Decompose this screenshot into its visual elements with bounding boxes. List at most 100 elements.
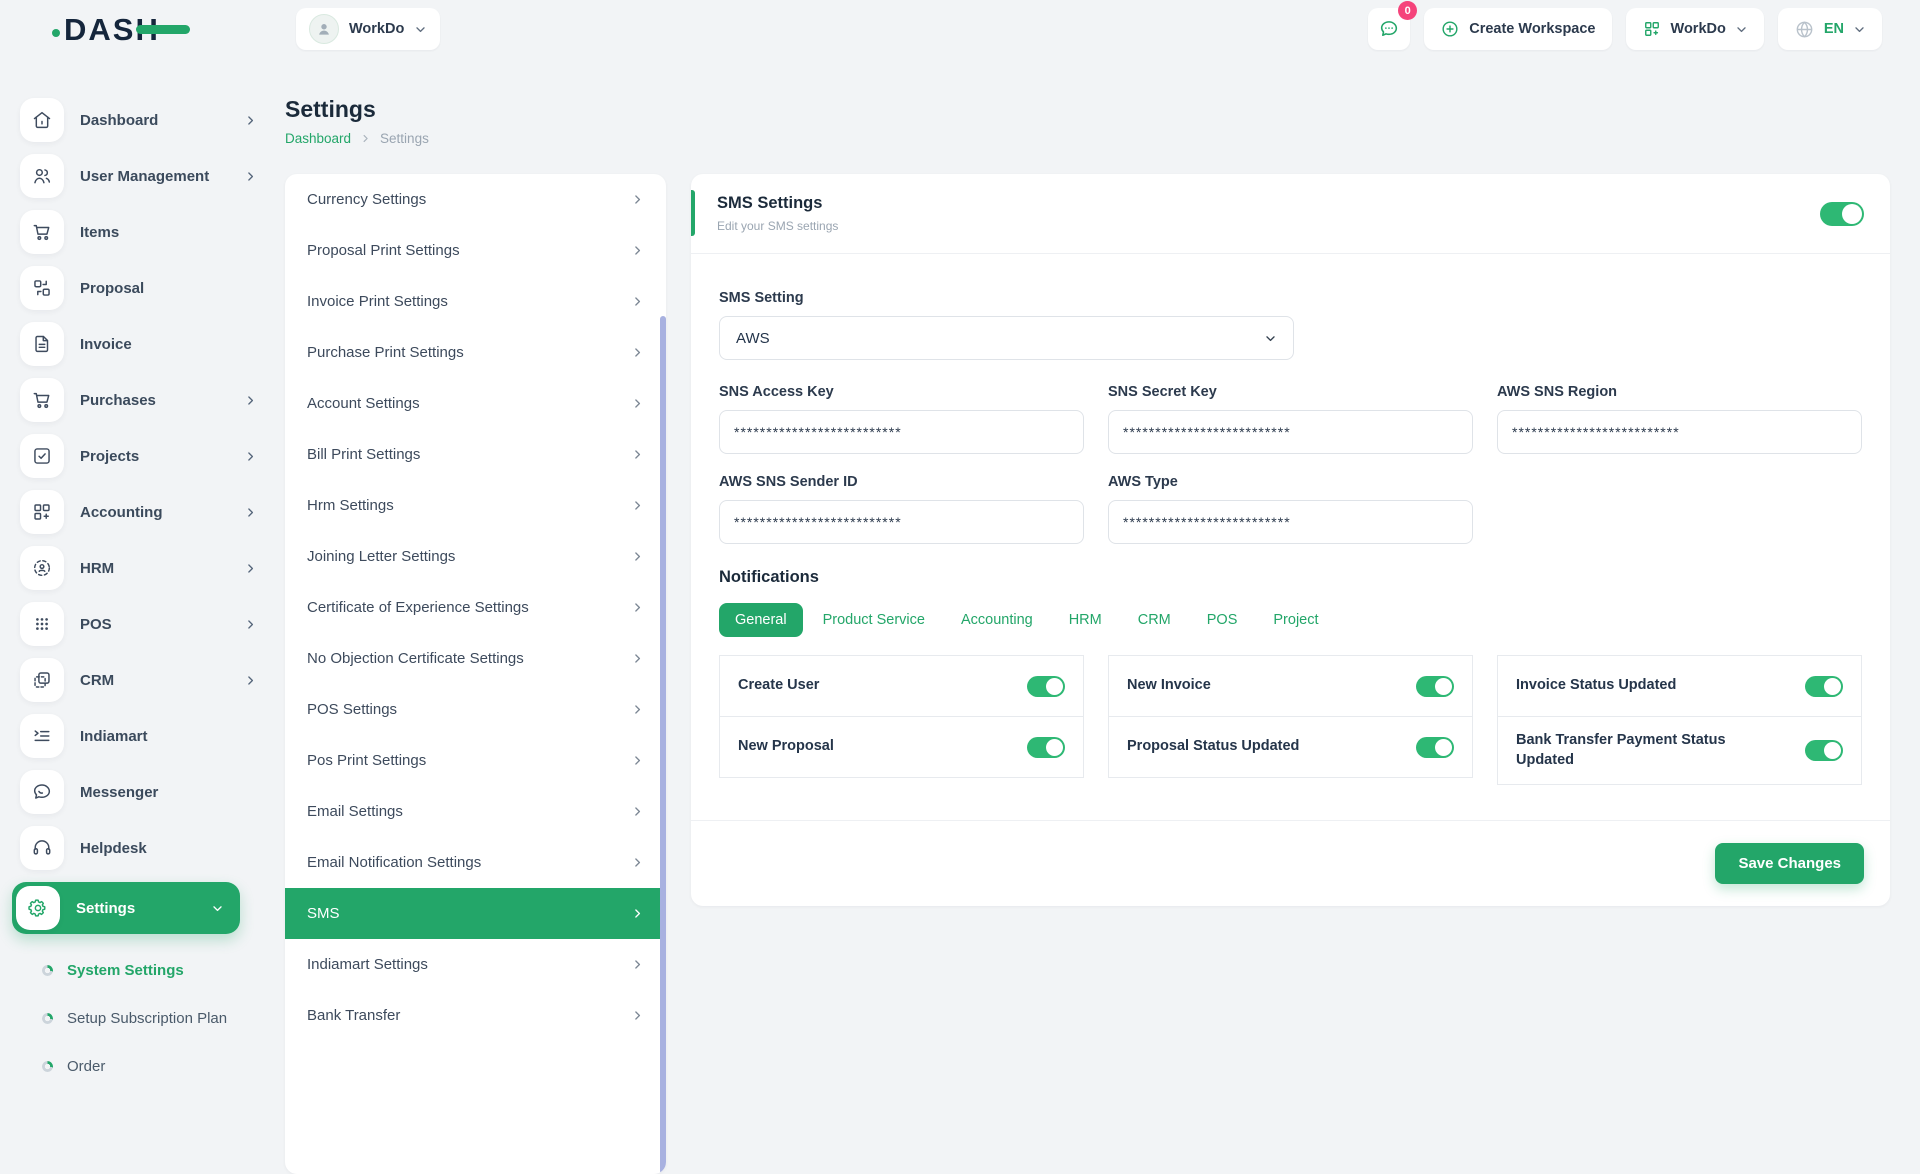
sms-provider-value: AWS	[736, 330, 770, 347]
settings-nav-item-pos-print-settings[interactable]: Pos Print Settings	[285, 735, 666, 786]
settings-nav-item-certificate-of-experience-settings[interactable]: Certificate of Experience Settings	[285, 582, 666, 633]
settings-nav-item-invoice-print-settings[interactable]: Invoice Print Settings	[285, 276, 666, 327]
sidebar-subitem-label: Order	[67, 1058, 105, 1075]
field-input-aws-type[interactable]	[1108, 500, 1473, 544]
sidebar-item-invoice[interactable]: Invoice	[20, 322, 257, 366]
sidebar-item-projects[interactable]: Projects	[20, 434, 257, 478]
chevron-right-icon	[244, 506, 257, 519]
sidebar-item-label: Purchases	[80, 392, 228, 409]
sidebar-item-user-management[interactable]: User Management	[20, 154, 257, 198]
sms-enabled-toggle[interactable]	[1820, 202, 1864, 226]
field-input-aws-sns-sender-id[interactable]	[719, 500, 1084, 544]
messages-button[interactable]: 0	[1368, 8, 1410, 50]
sidebar-item-label: POS	[80, 616, 228, 633]
sidebar-item-messenger[interactable]: Messenger	[20, 770, 257, 814]
sidebar-subitem-setup-subscription-plan[interactable]: Setup Subscription Plan	[0, 994, 283, 1042]
settings-nav-item-account-settings[interactable]: Account Settings	[285, 378, 666, 429]
field-sns-access-key: SNS Access Key	[719, 384, 1084, 454]
settings-nav-item-proposal-print-settings[interactable]: Proposal Print Settings	[285, 225, 666, 276]
tab-product-service[interactable]: Product Service	[807, 603, 941, 637]
workspace-user-menu[interactable]: WorkDo	[296, 8, 440, 50]
tab-crm[interactable]: CRM	[1122, 603, 1187, 637]
settings-nav-item-indiamart-settings[interactable]: Indiamart Settings	[285, 939, 666, 990]
settings-nav-item-pos-settings[interactable]: POS Settings	[285, 684, 666, 735]
settings-nav-item-label: Email Notification Settings	[307, 854, 481, 871]
sidebar-item-label: Projects	[80, 448, 228, 465]
sidebar-item-crm[interactable]: CRM	[20, 658, 257, 702]
sidebar-item-items[interactable]: Items	[20, 210, 257, 254]
field-input-sns-secret-key[interactable]	[1108, 410, 1473, 454]
scrollbar-thumb[interactable]	[660, 316, 666, 1174]
create-workspace-button[interactable]: Create Workspace	[1424, 8, 1611, 50]
sidebar-item-label: HRM	[80, 560, 228, 577]
tab-accounting[interactable]: Accounting	[945, 603, 1049, 637]
chevron-right-icon	[631, 550, 644, 563]
logo-dot	[52, 29, 60, 37]
crm-icon	[20, 658, 64, 702]
sidebar-item-accounting[interactable]: Accounting	[20, 490, 257, 534]
toggle-bank-transfer-payment-status-updated[interactable]	[1805, 740, 1843, 761]
create-workspace-label: Create Workspace	[1469, 21, 1595, 37]
notifications-title: Notifications	[719, 568, 1862, 587]
tab-pos[interactable]: POS	[1191, 603, 1254, 637]
toggle-invoice-status-updated[interactable]	[1805, 676, 1843, 697]
toggle-new-invoice[interactable]	[1416, 676, 1454, 697]
settings-nav-item-currency-settings[interactable]: Currency Settings	[285, 174, 666, 225]
settings-nav-item-label: Certificate of Experience Settings	[307, 599, 529, 616]
settings-nav-item-bill-print-settings[interactable]: Bill Print Settings	[285, 429, 666, 480]
sidebar-item-settings[interactable]: Settings	[12, 882, 240, 934]
settings-nav-item-email-notification-settings[interactable]: Email Notification Settings	[285, 837, 666, 888]
check-square-icon	[20, 434, 64, 478]
settings-nav-item-email-settings[interactable]: Email Settings	[285, 786, 666, 837]
sidebar-item-label: CRM	[80, 672, 228, 689]
sidebar-item-indiamart[interactable]: Indiamart	[20, 714, 257, 758]
sidebar-item-label: Invoice	[80, 336, 257, 353]
field-input-aws-sns-region[interactable]	[1497, 410, 1862, 454]
toggle-create-user[interactable]	[1027, 676, 1065, 697]
toggle-column: Invoice Status UpdatedBank Transfer Paym…	[1497, 655, 1862, 785]
sidebar-item-dashboard[interactable]: Dashboard	[20, 98, 257, 142]
settings-nav-item-label: Currency Settings	[307, 191, 426, 208]
sidebar-subitem-label: Setup Subscription Plan	[67, 1010, 227, 1027]
field-sns-secret-key: SNS Secret Key	[1108, 384, 1473, 454]
settings-nav-item-hrm-settings[interactable]: Hrm Settings	[285, 480, 666, 531]
sidebar-item-pos[interactable]: POS	[20, 602, 257, 646]
chevron-right-icon	[631, 856, 644, 869]
field-input-sns-access-key[interactable]	[719, 410, 1084, 454]
workspace-switcher[interactable]: WorkDo	[1626, 8, 1764, 50]
notification-cell-bank-transfer-payment-status-updated: Bank Transfer Payment Status Updated	[1497, 716, 1862, 785]
settings-nav-item-label: Email Settings	[307, 803, 403, 820]
field-aws-type: AWS Type	[1108, 474, 1473, 544]
settings-nav-item-joining-letter-settings[interactable]: Joining Letter Settings	[285, 531, 666, 582]
breadcrumb-current: Settings	[380, 131, 429, 146]
toggle-proposal-status-updated[interactable]	[1416, 737, 1454, 758]
chevron-right-icon	[631, 346, 644, 359]
chat-dots-icon	[1378, 18, 1400, 40]
tab-general[interactable]: General	[719, 603, 803, 637]
settings-nav-item-bank-transfer[interactable]: Bank Transfer	[285, 990, 666, 1041]
save-button[interactable]: Save Changes	[1715, 843, 1864, 884]
sidebar-item-helpdesk[interactable]: Helpdesk	[20, 826, 257, 870]
sidebar-subitem-order[interactable]: Order	[0, 1042, 283, 1080]
page-title: Settings	[285, 96, 1890, 123]
tab-hrm[interactable]: HRM	[1053, 603, 1118, 637]
toggle-new-proposal[interactable]	[1027, 737, 1065, 758]
sidebar-item-purchases[interactable]: Purchases	[20, 378, 257, 422]
hrm-icon	[20, 546, 64, 590]
settings-nav-item-no-objection-certificate-settings[interactable]: No Objection Certificate Settings	[285, 633, 666, 684]
settings-nav-item-purchase-print-settings[interactable]: Purchase Print Settings	[285, 327, 666, 378]
sidebar-item-label: Items	[80, 224, 257, 241]
chevron-right-icon	[244, 450, 257, 463]
sms-provider-select[interactable]: AWS	[719, 316, 1294, 360]
sidebar-item-hrm[interactable]: HRM	[20, 546, 257, 590]
sidebar-item-proposal[interactable]: Proposal	[20, 266, 257, 310]
settings-nav-item-sms[interactable]: SMS	[285, 888, 666, 939]
sidebar-subitem-system-settings[interactable]: System Settings	[0, 946, 283, 994]
breadcrumb-dashboard-link[interactable]: Dashboard	[285, 131, 351, 146]
notification-label: Create User	[738, 676, 819, 696]
settings-nav-item-label: No Objection Certificate Settings	[307, 650, 524, 667]
dots-grid-icon	[20, 602, 64, 646]
language-selector[interactable]: EN	[1778, 8, 1882, 50]
gear-icon	[16, 886, 60, 930]
tab-project[interactable]: Project	[1257, 603, 1334, 637]
